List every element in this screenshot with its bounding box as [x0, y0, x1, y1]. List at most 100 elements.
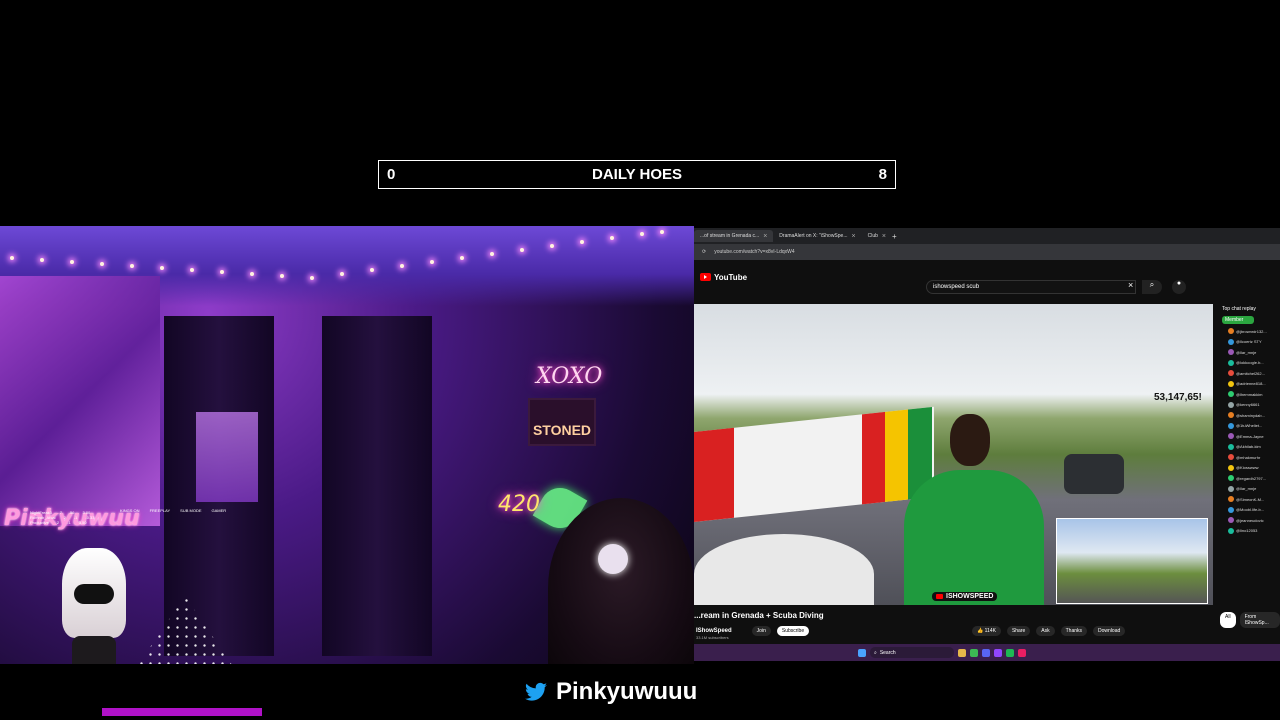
channel-name[interactable]: IShowSpeed	[696, 628, 732, 634]
folder-icon[interactable]	[958, 648, 966, 657]
chat-message: @Akhilab-kim	[1220, 442, 1280, 453]
thanks-button[interactable]: Thanks	[1060, 626, 1088, 636]
close-icon[interactable]: ×	[882, 233, 886, 240]
video-title: ...ream in Grenada + Scuba Diving	[694, 611, 824, 620]
chat-tab-all[interactable]: All	[1220, 612, 1236, 628]
chat-header[interactable]: Top chat replay	[1220, 304, 1280, 314]
join-button[interactable]: Join	[751, 626, 771, 636]
chat-avatar-icon	[1228, 433, 1234, 440]
tab-label: Club	[867, 233, 878, 239]
subscribe-button[interactable]: Subscribe	[776, 626, 810, 636]
live-chat-replay: Top chat replay Member @jbrownrdr132... @…	[1220, 304, 1280, 605]
chat-avatar-icon	[1228, 475, 1234, 482]
chat-message: @regardh2797...	[1220, 473, 1280, 484]
stats-cell: 2	[56, 520, 60, 525]
chat-author: @llar_mnje	[1236, 349, 1257, 355]
youtube-logo[interactable]: YouTube	[700, 273, 747, 282]
clear-icon[interactable]: ×	[1128, 280, 1133, 290]
spotify-icon[interactable]	[1006, 648, 1014, 657]
chat-message: @adrienne818...	[1220, 379, 1280, 390]
like-button[interactable]: 👍 114K	[972, 626, 1001, 636]
counter-left-value: 0	[387, 166, 396, 183]
chat-author: @lhemmakkim	[1236, 391, 1263, 397]
chat-avatar-icon	[1228, 464, 1234, 471]
chat-author: @amitchel262...	[1236, 370, 1265, 376]
windows-start-icon[interactable]	[858, 648, 866, 657]
chat-author: @kenny6661	[1236, 402, 1260, 408]
browser-tab[interactable]: Club ×	[862, 230, 892, 242]
mic-button[interactable]: ●	[1172, 280, 1186, 294]
app-icon[interactable]	[1018, 648, 1026, 657]
stoned-sign: STONED	[528, 398, 596, 446]
chrome-icon[interactable]	[970, 648, 978, 657]
progress-strip	[102, 708, 262, 716]
chat-message: @Kiosswww	[1220, 463, 1280, 474]
view-counter: 53,147,65!	[1154, 392, 1202, 403]
chat-avatar-icon	[1228, 412, 1234, 419]
chat-avatar-icon	[1228, 443, 1234, 450]
browser-tab[interactable]: ...of stream in Grenada c... ×	[694, 230, 774, 242]
youtube-icon	[936, 594, 943, 599]
chat-avatar-icon	[1228, 454, 1234, 461]
chat-author: @jeanneudovic	[1236, 517, 1264, 523]
chat-message: @llar_mnje	[1220, 484, 1280, 495]
youtube-logo-text: YouTube	[714, 272, 748, 282]
search-input[interactable]: ishowspeed scub	[926, 280, 1136, 294]
tab-label: DramaAlert on X: "iShowSpe...	[779, 233, 848, 239]
chat-author: @1tuWheliet...	[1236, 423, 1263, 429]
chat-message: @mhakmurhr	[1220, 452, 1280, 463]
chat-message-list: @jbrownrdr132... @llcoertz STY @llar_mnje @…	[1220, 326, 1280, 536]
chat-message: @lhemmakkim	[1220, 389, 1280, 400]
address-bar[interactable]: ⟳ youtube.com/watch?v=x8vI-LdqxW4	[694, 244, 1280, 260]
download-button[interactable]: Download	[1093, 626, 1126, 636]
mic-icon: ●	[1176, 280, 1182, 287]
stats-cell: Productive	[30, 520, 49, 525]
subscriber-count: 33.1M subscribers	[696, 635, 729, 640]
member-filter-button[interactable]: Member	[1222, 316, 1254, 324]
webcam-feed: XOXO STONED 420 Pinkyuwuu KINGS ON FREEP…	[0, 226, 694, 664]
chat-avatar-icon	[1228, 338, 1234, 345]
chat-avatar-icon	[1228, 380, 1234, 387]
new-tab-icon[interactable]: +	[892, 232, 897, 241]
video-player[interactable]: 53,147,65! ISHOWSPEED	[694, 304, 1213, 605]
browser-tab[interactable]: DramaAlert on X: "iShowSpe... ×	[773, 230, 861, 242]
chat-message: @Emma-Jayne	[1220, 431, 1280, 442]
browser-tab-bar: ...of stream in Grenada c... × DramaAler…	[694, 228, 1280, 244]
counter-right-value: 8	[878, 166, 887, 183]
chat-author: @SimeonK-M...	[1236, 496, 1265, 502]
reload-icon[interactable]: ⟳	[702, 249, 706, 255]
youtube-play-icon	[700, 273, 711, 281]
chat-author: @jbrownrdr132...	[1236, 328, 1267, 334]
curtain-right	[322, 316, 432, 656]
stats-cell: -1	[73, 515, 78, 520]
channel-watermark-text: ISHOWSPEED	[946, 593, 994, 600]
chat-author: @adrienne818...	[1236, 381, 1266, 387]
close-icon[interactable]: ×	[852, 233, 856, 240]
search-icon: ⌕	[1149, 280, 1155, 289]
search-button[interactable]: ⌕	[1142, 280, 1162, 294]
chat-message: @shaminydab...	[1220, 410, 1280, 421]
share-button[interactable]: Share	[1006, 626, 1031, 636]
video-actions: 👍 114K Share Ask Thanks Download	[972, 626, 1126, 636]
twitch-icon[interactable]	[994, 648, 1002, 657]
chat-message: @lino12053	[1220, 526, 1280, 537]
chat-author: @llar_mnje	[1236, 486, 1257, 492]
chat-message: @kenny6661	[1220, 400, 1280, 411]
taskbar-search[interactable]: ⌕ Search	[870, 647, 954, 658]
chat-author: @Emma-Jayne	[1236, 433, 1264, 439]
counter-title: DAILY HOES	[591, 166, 683, 183]
ask-button[interactable]: Ask	[1036, 626, 1055, 636]
chat-author: @lokkoogle.b...	[1236, 360, 1264, 366]
chat-author: @mhakmurhr	[1236, 454, 1261, 460]
chat-avatar-icon	[1228, 391, 1234, 398]
chat-author: @llcoertz STY	[1236, 339, 1262, 345]
chat-message: @SimeonK-M...	[1220, 494, 1280, 505]
url-text[interactable]: youtube.com/watch?v=x8vI-LdqxW4	[714, 249, 794, 255]
close-icon[interactable]: ×	[763, 233, 767, 240]
painted-wall	[694, 406, 934, 522]
handle-text: Pinkyuwuuu	[556, 678, 698, 705]
chat-tab-from-channel[interactable]: From IShowSp...	[1239, 612, 1280, 628]
chat-message: @jeanneudovic	[1220, 515, 1280, 526]
discord-icon[interactable]	[982, 648, 990, 657]
screen-share: ...of stream in Grenada c... × DramaAler…	[694, 228, 1280, 661]
